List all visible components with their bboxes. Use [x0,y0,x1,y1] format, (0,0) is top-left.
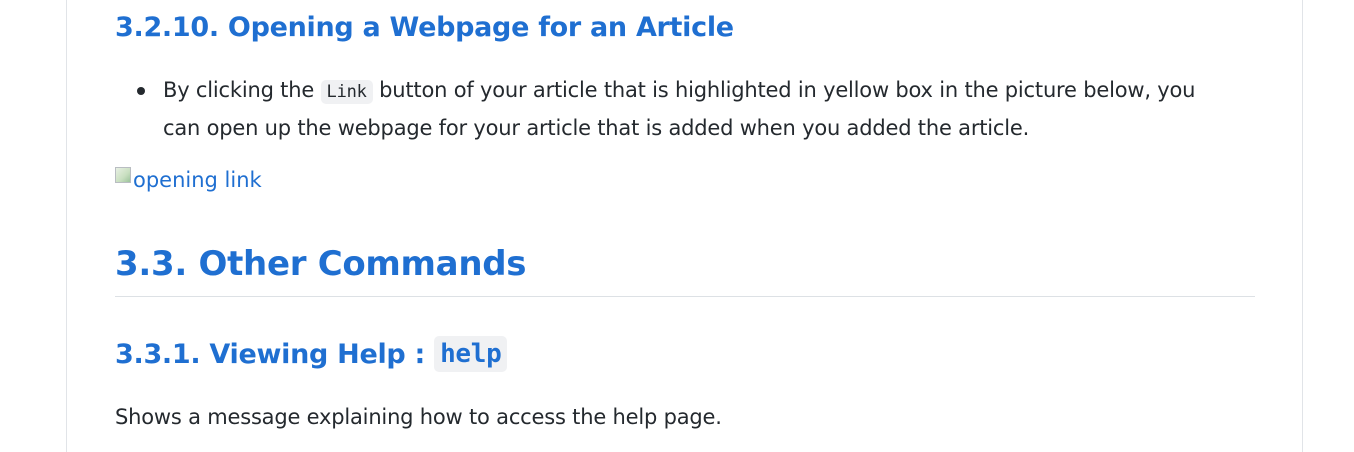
heading-text: 3.3.1. Viewing Help : [115,338,426,370]
broken-image-icon [115,167,131,183]
opening-link-image-link[interactable]: opening link [115,167,262,192]
help-description: Shows a message explaining how to access… [115,405,722,429]
bullet-text-start: By clicking the [163,78,321,102]
list-item: By clicking the Link button of your arti… [115,72,1255,146]
bullet-dot-icon [137,87,145,95]
inline-code-link: Link [320,80,373,104]
inline-code-help: help [434,336,508,372]
image-alt-text: opening link [133,168,262,192]
section-heading-3-3: 3.3. Other Commands [115,244,527,284]
section-heading-3-2-10: 3.2.10. Opening a Webpage for an Article [115,12,734,43]
document-page: 3.2.10. Opening a Webpage for an Article… [66,0,1303,452]
section-heading-3-3-1: 3.3.1. Viewing Help : help [115,336,508,372]
heading-divider [115,296,1255,297]
bullet-text-line1: button of your article that is highlight… [372,78,1196,102]
bullet-list: By clicking the Link button of your arti… [115,72,1255,146]
bullet-text-line2: can open up the webpage for your article… [163,116,1030,140]
